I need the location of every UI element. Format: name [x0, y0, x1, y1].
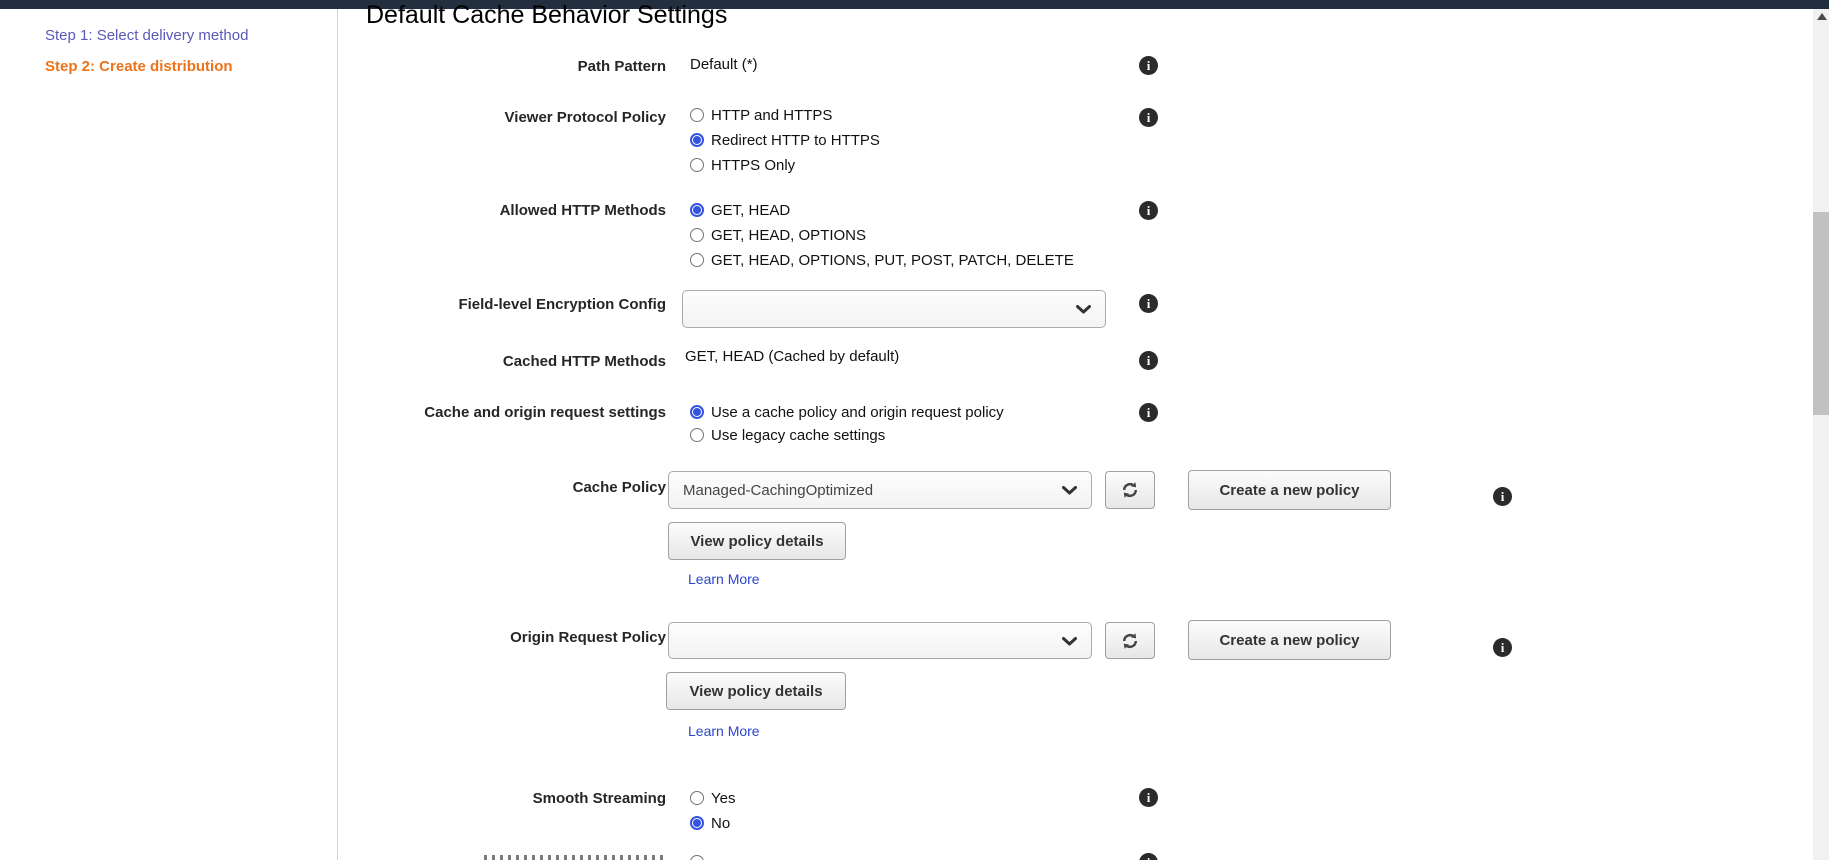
radio-option-http-and-https[interactable]: HTTP and HTTPS — [690, 104, 832, 126]
radio-selected-icon[interactable] — [690, 203, 704, 217]
radio-icon[interactable] — [690, 791, 704, 805]
radio-option-smooth-streaming-no[interactable]: No — [690, 812, 730, 834]
radio-option-label: Use a cache policy and origin request po… — [711, 404, 1004, 421]
info-icon[interactable]: i — [1139, 108, 1158, 127]
select-value: Managed-CachingOptimized — [683, 482, 873, 499]
radio-option-use-cache-policy[interactable]: Use a cache policy and origin request po… — [690, 401, 1004, 423]
sidebar-step-1-link[interactable]: Step 1: Select delivery method — [45, 27, 248, 44]
origin-request-policy-label: Origin Request Policy — [350, 627, 666, 649]
radio-icon[interactable] — [690, 428, 704, 442]
radio-selected-icon[interactable] — [690, 133, 704, 147]
radio-option-https-only[interactable]: HTTPS Only — [690, 154, 795, 176]
info-icon[interactable]: i — [1139, 294, 1158, 313]
origin-request-policy-learn-more-link[interactable]: Learn More — [688, 723, 760, 739]
info-icon[interactable]: i — [1493, 638, 1512, 657]
info-icon[interactable]: i — [1139, 201, 1158, 220]
radio-option-legacy-cache[interactable]: Use legacy cache settings — [690, 424, 885, 446]
sidebar-divider — [337, 9, 338, 860]
refresh-origin-request-policies-button[interactable] — [1105, 622, 1155, 659]
clipped-radio-icon — [690, 855, 704, 860]
vertical-scrollbar-track[interactable] — [1813, 9, 1829, 860]
radio-option-get-head-options[interactable]: GET, HEAD, OPTIONS — [690, 224, 866, 246]
radio-option-label: Use legacy cache settings — [711, 427, 885, 444]
console-top-bar — [0, 0, 1829, 9]
radio-option-all-methods[interactable]: GET, HEAD, OPTIONS, PUT, POST, PATCH, DE… — [690, 249, 1074, 271]
path-pattern-label: Path Pattern — [350, 56, 666, 78]
vertical-scrollbar-thumb[interactable] — [1813, 212, 1829, 415]
info-icon[interactable]: i — [1139, 788, 1158, 807]
radio-icon[interactable] — [690, 253, 704, 267]
radio-icon[interactable] — [690, 158, 704, 172]
cache-policy-select[interactable]: Managed-CachingOptimized — [668, 471, 1092, 509]
radio-icon[interactable] — [690, 228, 704, 242]
radio-option-label: No — [711, 815, 730, 832]
viewer-protocol-policy-label: Viewer Protocol Policy — [350, 107, 666, 129]
cloudfront-create-distribution-page: Step 1: Select delivery method Step 2: C… — [0, 0, 1829, 860]
create-new-cache-policy-button[interactable]: Create a new policy — [1188, 470, 1391, 510]
origin-request-policy-select[interactable] — [668, 622, 1092, 659]
radio-option-redirect-http-to-https[interactable]: Redirect HTTP to HTTPS — [690, 129, 880, 151]
radio-option-label: GET, HEAD, OPTIONS — [711, 227, 866, 244]
radio-selected-icon[interactable] — [690, 816, 704, 830]
refresh-icon — [1120, 631, 1140, 651]
chevron-down-icon — [1062, 637, 1077, 646]
view-origin-request-policy-details-button[interactable]: View policy details — [666, 672, 846, 710]
info-icon[interactable]: i — [1139, 56, 1158, 75]
radio-icon[interactable] — [690, 108, 704, 122]
clipped-info-icon: i — [1139, 853, 1158, 860]
radio-option-label: Yes — [711, 790, 735, 807]
cached-http-methods-value: GET, HEAD (Cached by default) — [685, 348, 899, 365]
create-new-origin-request-policy-button[interactable]: Create a new policy — [1188, 620, 1391, 660]
cache-policy-learn-more-link[interactable]: Learn More — [688, 571, 760, 587]
path-pattern-value: Default (*) — [690, 56, 758, 73]
smooth-streaming-label: Smooth Streaming — [350, 788, 666, 810]
refresh-cache-policies-button[interactable] — [1105, 471, 1155, 509]
refresh-icon — [1120, 480, 1140, 500]
cached-http-methods-label: Cached HTTP Methods — [350, 351, 666, 373]
info-icon[interactable]: i — [1139, 351, 1158, 370]
view-cache-policy-details-button[interactable]: View policy details — [668, 522, 846, 560]
radio-option-label: HTTPS Only — [711, 157, 795, 174]
cache-origin-settings-label: Cache and origin request settings — [350, 402, 666, 424]
chevron-down-icon — [1076, 305, 1091, 314]
info-icon[interactable]: i — [1139, 403, 1158, 422]
radio-option-smooth-streaming-yes[interactable]: Yes — [690, 787, 735, 809]
chevron-down-icon — [1062, 486, 1077, 495]
clipped-next-row-label — [484, 855, 666, 860]
radio-option-get-head[interactable]: GET, HEAD — [690, 199, 790, 221]
field-level-encryption-select[interactable] — [682, 290, 1106, 328]
radio-option-label: GET, HEAD — [711, 202, 790, 219]
radio-selected-icon[interactable] — [690, 405, 704, 419]
cache-policy-label: Cache Policy — [350, 477, 666, 499]
info-icon[interactable]: i — [1493, 487, 1512, 506]
radio-option-label: Redirect HTTP to HTTPS — [711, 132, 880, 149]
sidebar-step-2-current[interactable]: Step 2: Create distribution — [45, 58, 233, 75]
field-level-encryption-label: Field-level Encryption Config — [350, 294, 666, 316]
scroll-up-icon[interactable] — [1817, 13, 1827, 20]
radio-option-label: GET, HEAD, OPTIONS, PUT, POST, PATCH, DE… — [711, 252, 1074, 269]
section-title: Default Cache Behavior Settings — [366, 1, 727, 30]
allowed-http-methods-label: Allowed HTTP Methods — [350, 200, 666, 222]
radio-option-label: HTTP and HTTPS — [711, 107, 832, 124]
